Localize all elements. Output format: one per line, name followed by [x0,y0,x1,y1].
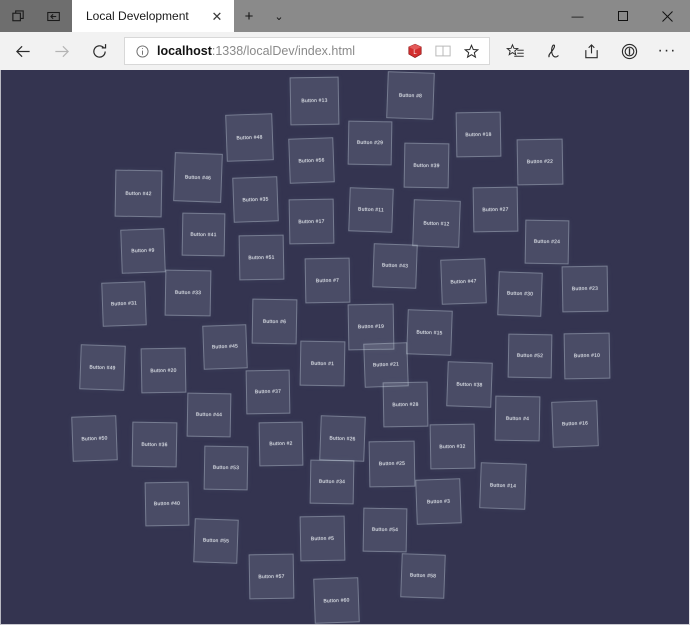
browser-toolbar-actions: ··· [496,35,686,67]
page-button[interactable]: Button #20 [140,347,187,394]
page-button[interactable]: Button #34 [309,459,355,505]
minimize-button[interactable]: — [555,0,600,32]
page-button[interactable]: Button #39 [403,142,450,189]
page-button[interactable]: Button #51 [238,234,285,281]
address-bar[interactable]: localhost:1338/localDev/index.html L [124,37,490,65]
site-info-icon[interactable] [133,42,151,60]
page-button[interactable]: Button #43 [372,243,418,289]
page-button[interactable]: Button #35 [232,176,279,223]
page-button[interactable]: Button #27 [472,186,519,233]
page-button[interactable]: Button #13 [289,76,340,126]
close-icon[interactable]: ✕ [208,7,226,25]
page-button[interactable]: Button #38 [446,361,493,408]
page-button[interactable]: Button #3 [415,478,462,525]
page-body: Button #13 Button #8 Button #48 Button #29 B… [1,70,689,624]
page-button[interactable]: Button #57 [248,553,295,600]
page-button[interactable]: Button #30 [497,271,543,317]
page-button[interactable]: Button #36 [131,421,178,468]
page-button[interactable]: Button #52 [507,333,553,379]
tab-tools-group [0,0,72,32]
page-button[interactable]: Button #53 [203,445,249,491]
page-button[interactable]: Button #24 [524,219,570,265]
page-button[interactable]: Button #11 [348,187,394,233]
web-note-pen-icon[interactable] [534,35,572,67]
new-tab-button[interactable]: + [234,0,264,32]
page-button[interactable]: Button #46 [173,152,223,203]
page-button[interactable]: Button #40 [144,481,190,527]
lastpass-toolbar-icon[interactable] [610,35,648,67]
page-button[interactable]: Button #37 [245,369,291,415]
page-button[interactable]: Button #25 [368,440,416,488]
page-button[interactable]: Button #44 [186,392,232,438]
page-button[interactable]: Button #21 [363,342,409,388]
content-viewport: Button #13 Button #8 Button #48 Button #29 B… [0,70,690,625]
share-icon[interactable] [572,35,610,67]
favorites-hub-icon[interactable] [496,35,534,67]
browser-window: Local Development ✕ + ⌄ — localhost:1338… [0,0,690,625]
url-host: localhost [157,44,212,58]
page-button[interactable]: Button #49 [79,344,126,391]
page-button[interactable]: Button #58 [400,553,446,599]
page-button[interactable]: Button #2 [258,421,304,467]
page-button[interactable]: Button #26 [319,415,366,462]
page-button[interactable]: Button #45 [202,324,248,370]
page-button[interactable]: Button #7 [304,257,351,304]
url-text[interactable]: localhost:1338/localDev/index.html [151,44,401,58]
refresh-button[interactable] [80,35,118,67]
maximize-button[interactable] [600,0,645,32]
url-path: :1338/localDev/index.html [211,44,356,58]
address-bar-actions: L [401,38,485,64]
more-settings-icon[interactable]: ··· [648,35,686,67]
page-button[interactable]: Button #12 [412,199,461,248]
forward-button[interactable] [42,35,80,67]
page-button[interactable]: Button #31 [101,281,147,327]
tabs-you-set-aside-icon[interactable] [44,6,64,26]
page-button[interactable]: Button #5 [299,515,346,562]
page-button[interactable]: Button #50 [71,415,118,462]
chevron-down-icon[interactable]: ⌄ [264,0,294,32]
page-button[interactable]: Button #17 [288,198,335,245]
page-button[interactable]: Button #1 [299,340,346,387]
page-button[interactable]: Button #16 [551,400,599,448]
page-button[interactable]: Button #22 [516,138,564,186]
page-button[interactable]: Button #54 [362,507,408,553]
page-button[interactable]: Button #48 [225,113,274,162]
window-controls: — [555,0,690,32]
page-button[interactable]: Button #18 [455,111,502,158]
page-button[interactable]: Button #55 [193,518,239,564]
tab-local-development[interactable]: Local Development ✕ [72,0,234,32]
page-button[interactable]: Button #14 [479,462,527,510]
window-close-button[interactable] [645,0,690,32]
page-button[interactable]: Button #29 [347,120,393,166]
back-button[interactable] [4,35,42,67]
page-button[interactable]: Button #47 [440,258,487,305]
favorite-star-icon[interactable] [457,38,485,64]
page-button[interactable]: Button #23 [561,265,609,313]
page-button[interactable]: Button #28 [382,381,429,428]
set-tabs-aside-icon[interactable] [8,6,28,26]
reading-view-icon[interactable] [429,38,457,64]
page-button[interactable]: Button #56 [288,137,335,184]
page-button[interactable]: Button #33 [164,269,212,317]
extension-lastpass-icon[interactable]: L [401,38,429,64]
page-button[interactable]: Button #32 [429,423,476,470]
page-button[interactable]: Button #8 [386,71,435,120]
navigation-toolbar: localhost:1338/localDev/index.html L ··· [0,32,690,70]
page-button[interactable]: Button #41 [181,212,226,257]
page-button[interactable]: Button #42 [114,169,163,218]
tab-label: Local Development [86,9,189,23]
page-button[interactable]: Button #10 [563,332,611,380]
page-button[interactable]: Button #6 [251,298,298,345]
page-button[interactable]: Button #15 [406,309,453,356]
page-button[interactable]: Button #60 [313,577,360,624]
page-button[interactable]: Button #4 [494,395,541,442]
title-bar: Local Development ✕ + ⌄ — [0,0,690,32]
page-button[interactable]: Button #9 [120,228,166,274]
